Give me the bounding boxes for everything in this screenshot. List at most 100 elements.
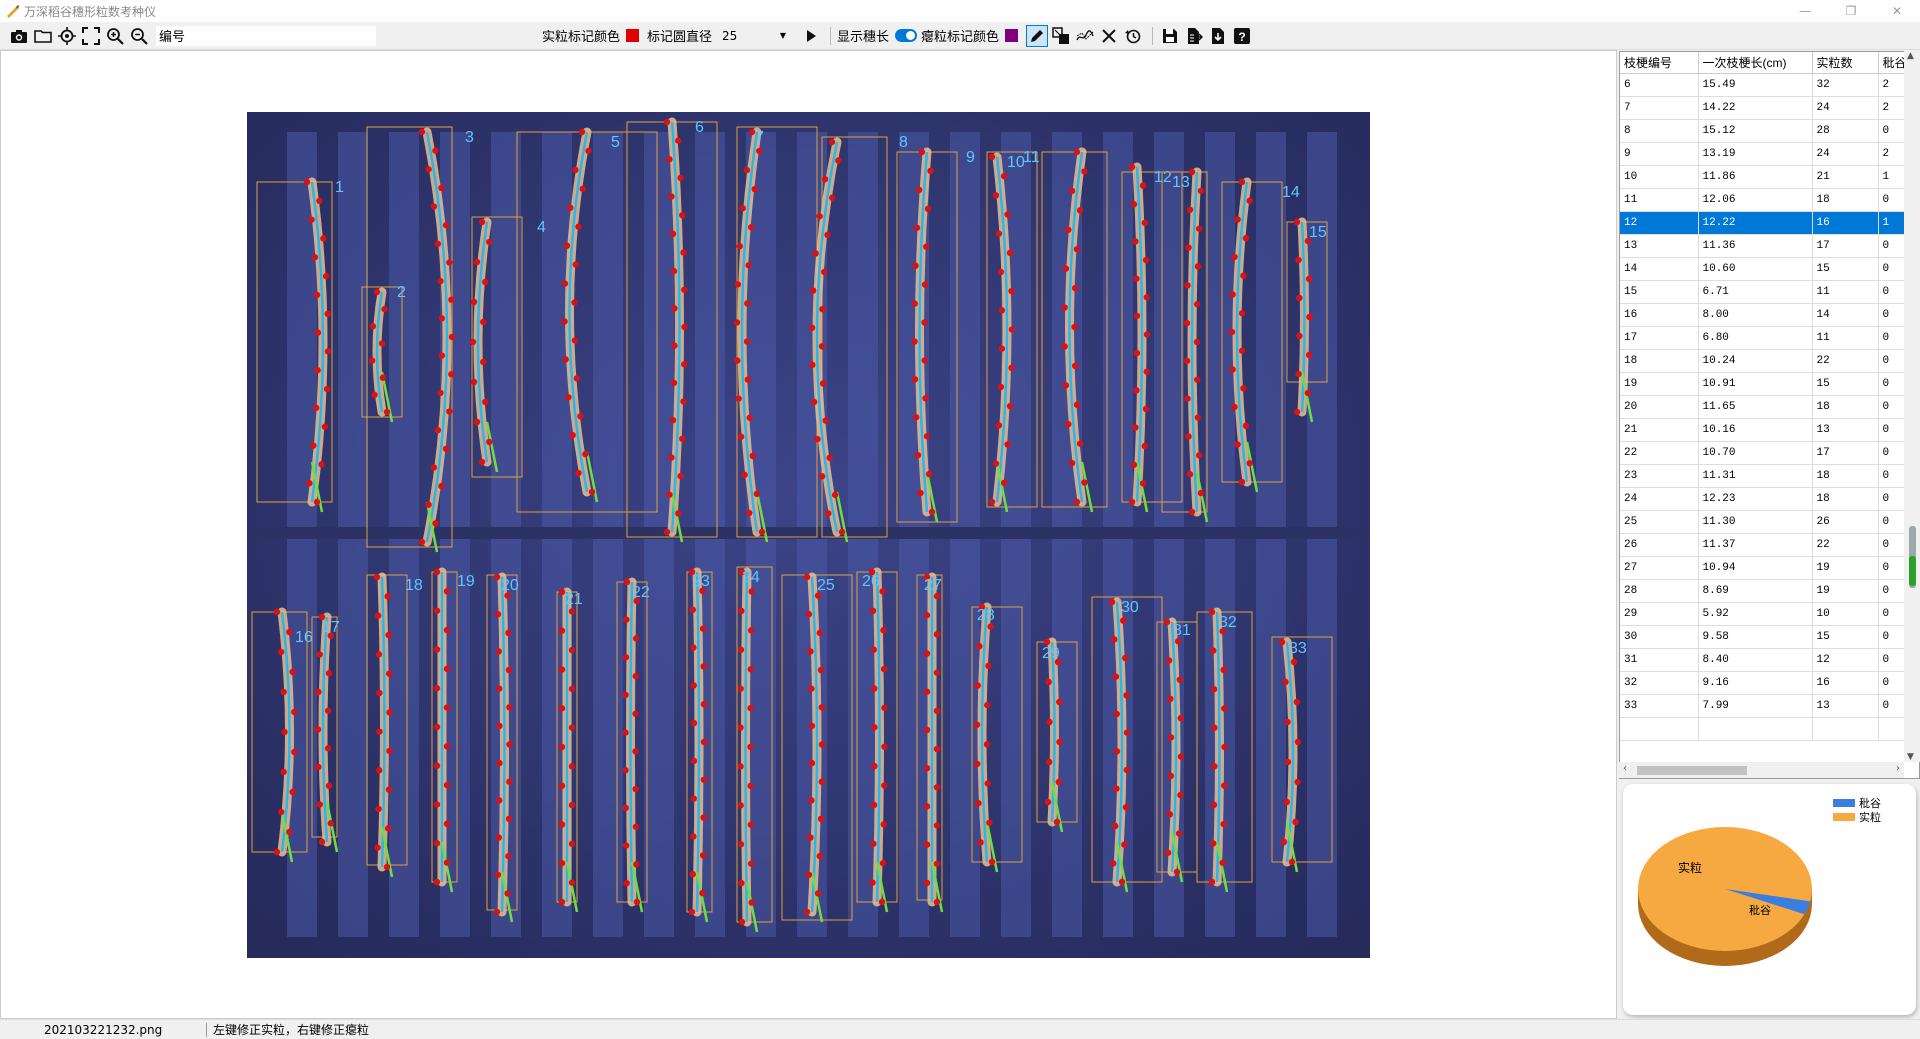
grain-marker[interactable] <box>430 464 438 471</box>
close-button[interactable]: ✕ <box>1874 0 1920 22</box>
grain-marker[interactable] <box>913 224 921 231</box>
grain-marker[interactable] <box>738 879 745 887</box>
grain-marker[interactable] <box>1184 395 1191 402</box>
grain-marker[interactable] <box>1304 389 1312 397</box>
grain-marker[interactable] <box>835 157 842 164</box>
grain-marker[interactable] <box>383 408 391 416</box>
grain-marker[interactable] <box>579 185 586 193</box>
grain-marker[interactable] <box>568 840 576 848</box>
table-cell[interactable]: 33 <box>1620 694 1699 718</box>
table-cell[interactable] <box>1698 717 1813 741</box>
grain-marker[interactable] <box>756 147 763 155</box>
grain-marker[interactable] <box>814 435 821 443</box>
grain-marker[interactable] <box>286 828 293 836</box>
grain-marker[interactable] <box>987 623 994 630</box>
table-cell[interactable]: 27 <box>1620 556 1699 580</box>
grain-marker[interactable] <box>745 262 752 269</box>
grain-marker[interactable] <box>803 908 811 916</box>
grain-marker[interactable] <box>1242 235 1250 242</box>
table-cell[interactable]: 6.71 <box>1698 280 1813 304</box>
grain-marker[interactable] <box>633 861 640 868</box>
grain-marker[interactable] <box>743 338 751 345</box>
grain-marker[interactable] <box>504 890 511 897</box>
grain-marker[interactable] <box>669 416 677 424</box>
grain-marker[interactable] <box>418 538 426 546</box>
grain-marker[interactable] <box>669 230 677 238</box>
grain-marker[interactable] <box>818 778 825 785</box>
results-table[interactable]: 枝梗编号 一次枝梗长(cm) 实粒数 秕谷 6 15.49 32 2 7 14.22 24 2… <box>1619 51 1920 779</box>
grain-marker[interactable] <box>666 491 673 498</box>
grain-marker[interactable] <box>1294 778 1301 786</box>
grain-marker[interactable] <box>871 762 878 770</box>
grain-marker[interactable] <box>751 185 758 193</box>
table-cell[interactable]: 25 <box>1620 510 1699 534</box>
grain-marker[interactable] <box>933 631 941 638</box>
grain-marker[interactable] <box>1056 698 1063 706</box>
table-cell[interactable]: 15.49 <box>1698 73 1813 97</box>
grain-marker[interactable] <box>1008 364 1015 372</box>
grain-marker[interactable] <box>443 588 451 595</box>
grain-marker[interactable] <box>690 833 697 840</box>
grain-marker[interactable] <box>443 665 451 673</box>
grain-marker[interactable] <box>1305 351 1313 359</box>
grain-marker[interactable] <box>480 358 487 366</box>
grain-marker[interactable] <box>280 768 287 776</box>
grain-marker[interactable] <box>1296 332 1303 340</box>
grain-marker[interactable] <box>921 281 929 288</box>
grain-marker[interactable] <box>1142 405 1150 413</box>
grain-marker[interactable] <box>433 568 441 576</box>
grain-marker[interactable] <box>505 629 512 637</box>
grain-marker[interactable] <box>880 627 887 634</box>
grain-marker[interactable] <box>869 879 876 886</box>
grain-marker[interactable] <box>286 628 293 636</box>
grain-marker[interactable] <box>281 728 288 736</box>
table-row[interactable]: 23 11.31 18 0 <box>1620 464 1919 488</box>
grain-marker[interactable] <box>563 242 571 249</box>
grain-marker[interactable] <box>997 268 1005 276</box>
grain-marker[interactable] <box>1173 868 1181 876</box>
grain-marker[interactable] <box>933 707 941 715</box>
grain-marker[interactable] <box>1121 841 1128 848</box>
grain-marker[interactable] <box>438 184 445 192</box>
grain-marker[interactable] <box>369 323 377 330</box>
grain-marker[interactable] <box>1008 326 1016 333</box>
grain-marker[interactable] <box>1006 402 1014 410</box>
grain-marker[interactable] <box>1293 698 1300 706</box>
grain-marker[interactable] <box>376 689 383 697</box>
grain-marker[interactable] <box>1143 294 1150 301</box>
grain-marker[interactable] <box>734 281 742 288</box>
grain-marker[interactable] <box>313 291 321 299</box>
grain-marker[interactable] <box>737 646 745 653</box>
curve-icon[interactable] <box>1074 25 1096 47</box>
grain-marker[interactable] <box>1238 310 1246 317</box>
grain-marker[interactable] <box>1118 878 1126 886</box>
grain-marker[interactable] <box>478 458 486 466</box>
grain-marker[interactable] <box>1133 387 1140 394</box>
grain-marker[interactable] <box>448 333 456 341</box>
grain-marker[interactable] <box>482 278 489 286</box>
grain-marker[interactable] <box>482 398 489 406</box>
grain-marker[interactable] <box>1295 256 1302 264</box>
grain-marker[interactable] <box>568 763 576 770</box>
grain-marker[interactable] <box>470 378 478 386</box>
grain-marker[interactable] <box>496 797 503 804</box>
table-row[interactable]: 31 8.40 12 0 <box>1620 648 1919 672</box>
grain-marker[interactable] <box>879 588 886 595</box>
grain-marker[interactable] <box>1130 461 1138 468</box>
grain-marker[interactable] <box>677 174 684 182</box>
grain-marker[interactable] <box>443 859 451 866</box>
grain-marker[interactable] <box>1061 343 1068 350</box>
grain-marker[interactable] <box>1065 226 1072 233</box>
table-row[interactable]: 13 11.36 17 0 <box>1620 234 1919 258</box>
grain-marker[interactable] <box>1246 197 1253 204</box>
grain-marker[interactable] <box>495 648 502 655</box>
grain-marker[interactable] <box>821 175 829 183</box>
grain-marker[interactable] <box>1073 401 1081 408</box>
target-icon[interactable] <box>56 25 78 47</box>
grain-marker[interactable] <box>1139 182 1147 189</box>
grain-marker[interactable] <box>1167 772 1174 780</box>
grain-marker[interactable] <box>1139 480 1147 487</box>
grain-marker[interactable] <box>318 838 326 846</box>
grain-marker[interactable] <box>375 805 382 813</box>
table-cell[interactable]: 13 <box>1620 234 1699 258</box>
